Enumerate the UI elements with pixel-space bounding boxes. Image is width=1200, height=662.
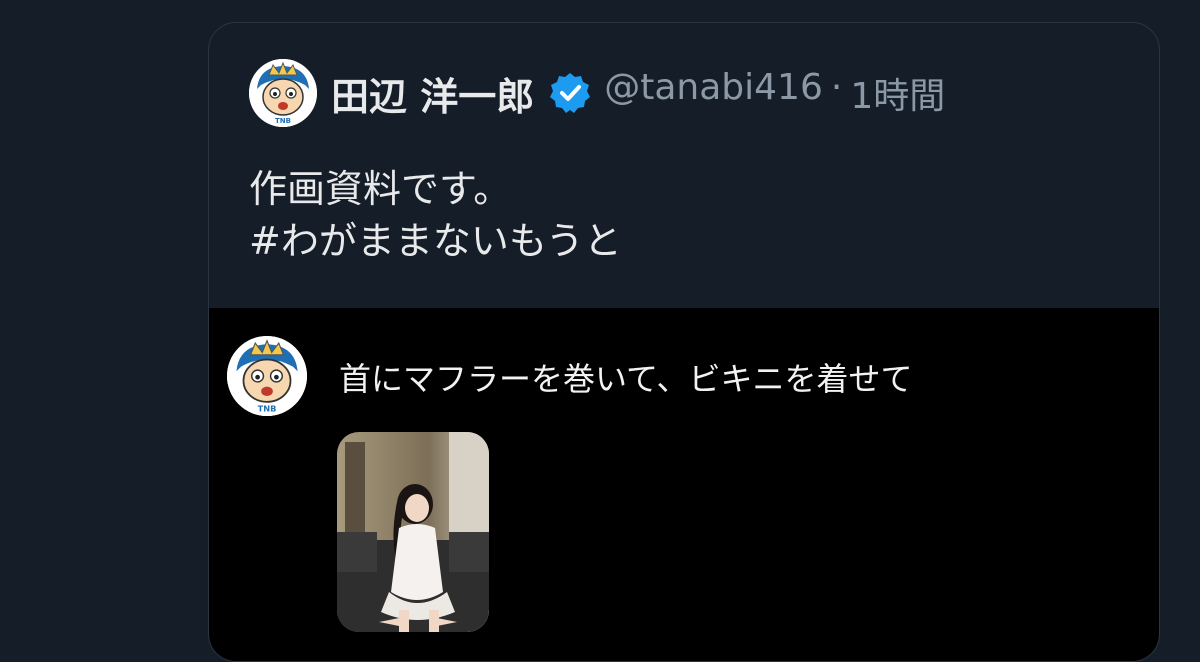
tweet-timestamp[interactable]: 1時間 [850,67,945,119]
quoted-media-image[interactable]: TNB 首にマフラーを巻いて、ビキニを着せて [209,308,1159,661]
media-avatar: TNB [227,336,307,416]
quoted-tweet-header: TNB 田辺 洋一郎 @tanabi416 · 1時間 [249,57,945,129]
author-name[interactable]: 田辺 洋一郎 [331,66,534,121]
separator-dot: · [830,67,843,108]
photo-thumbnail[interactable] [337,432,489,632]
quoted-tweet-text: 作画資料です。 #わがままないもうと [249,167,622,263]
media-caption: 首にマフラーを巻いて、ビキニを着せて [339,360,913,398]
svg-text:TNB: TNB [258,403,277,413]
author-avatar[interactable]: TNB [249,59,317,127]
verified-badge-icon [548,71,592,115]
svg-text:TNB: TNB [275,117,291,125]
author-handle[interactable]: @tanabi416 [604,67,823,119]
quoted-tweet-card[interactable]: TNB 田辺 洋一郎 @tanabi416 · 1時間 作画資料です。 #わがま… [208,22,1160,662]
